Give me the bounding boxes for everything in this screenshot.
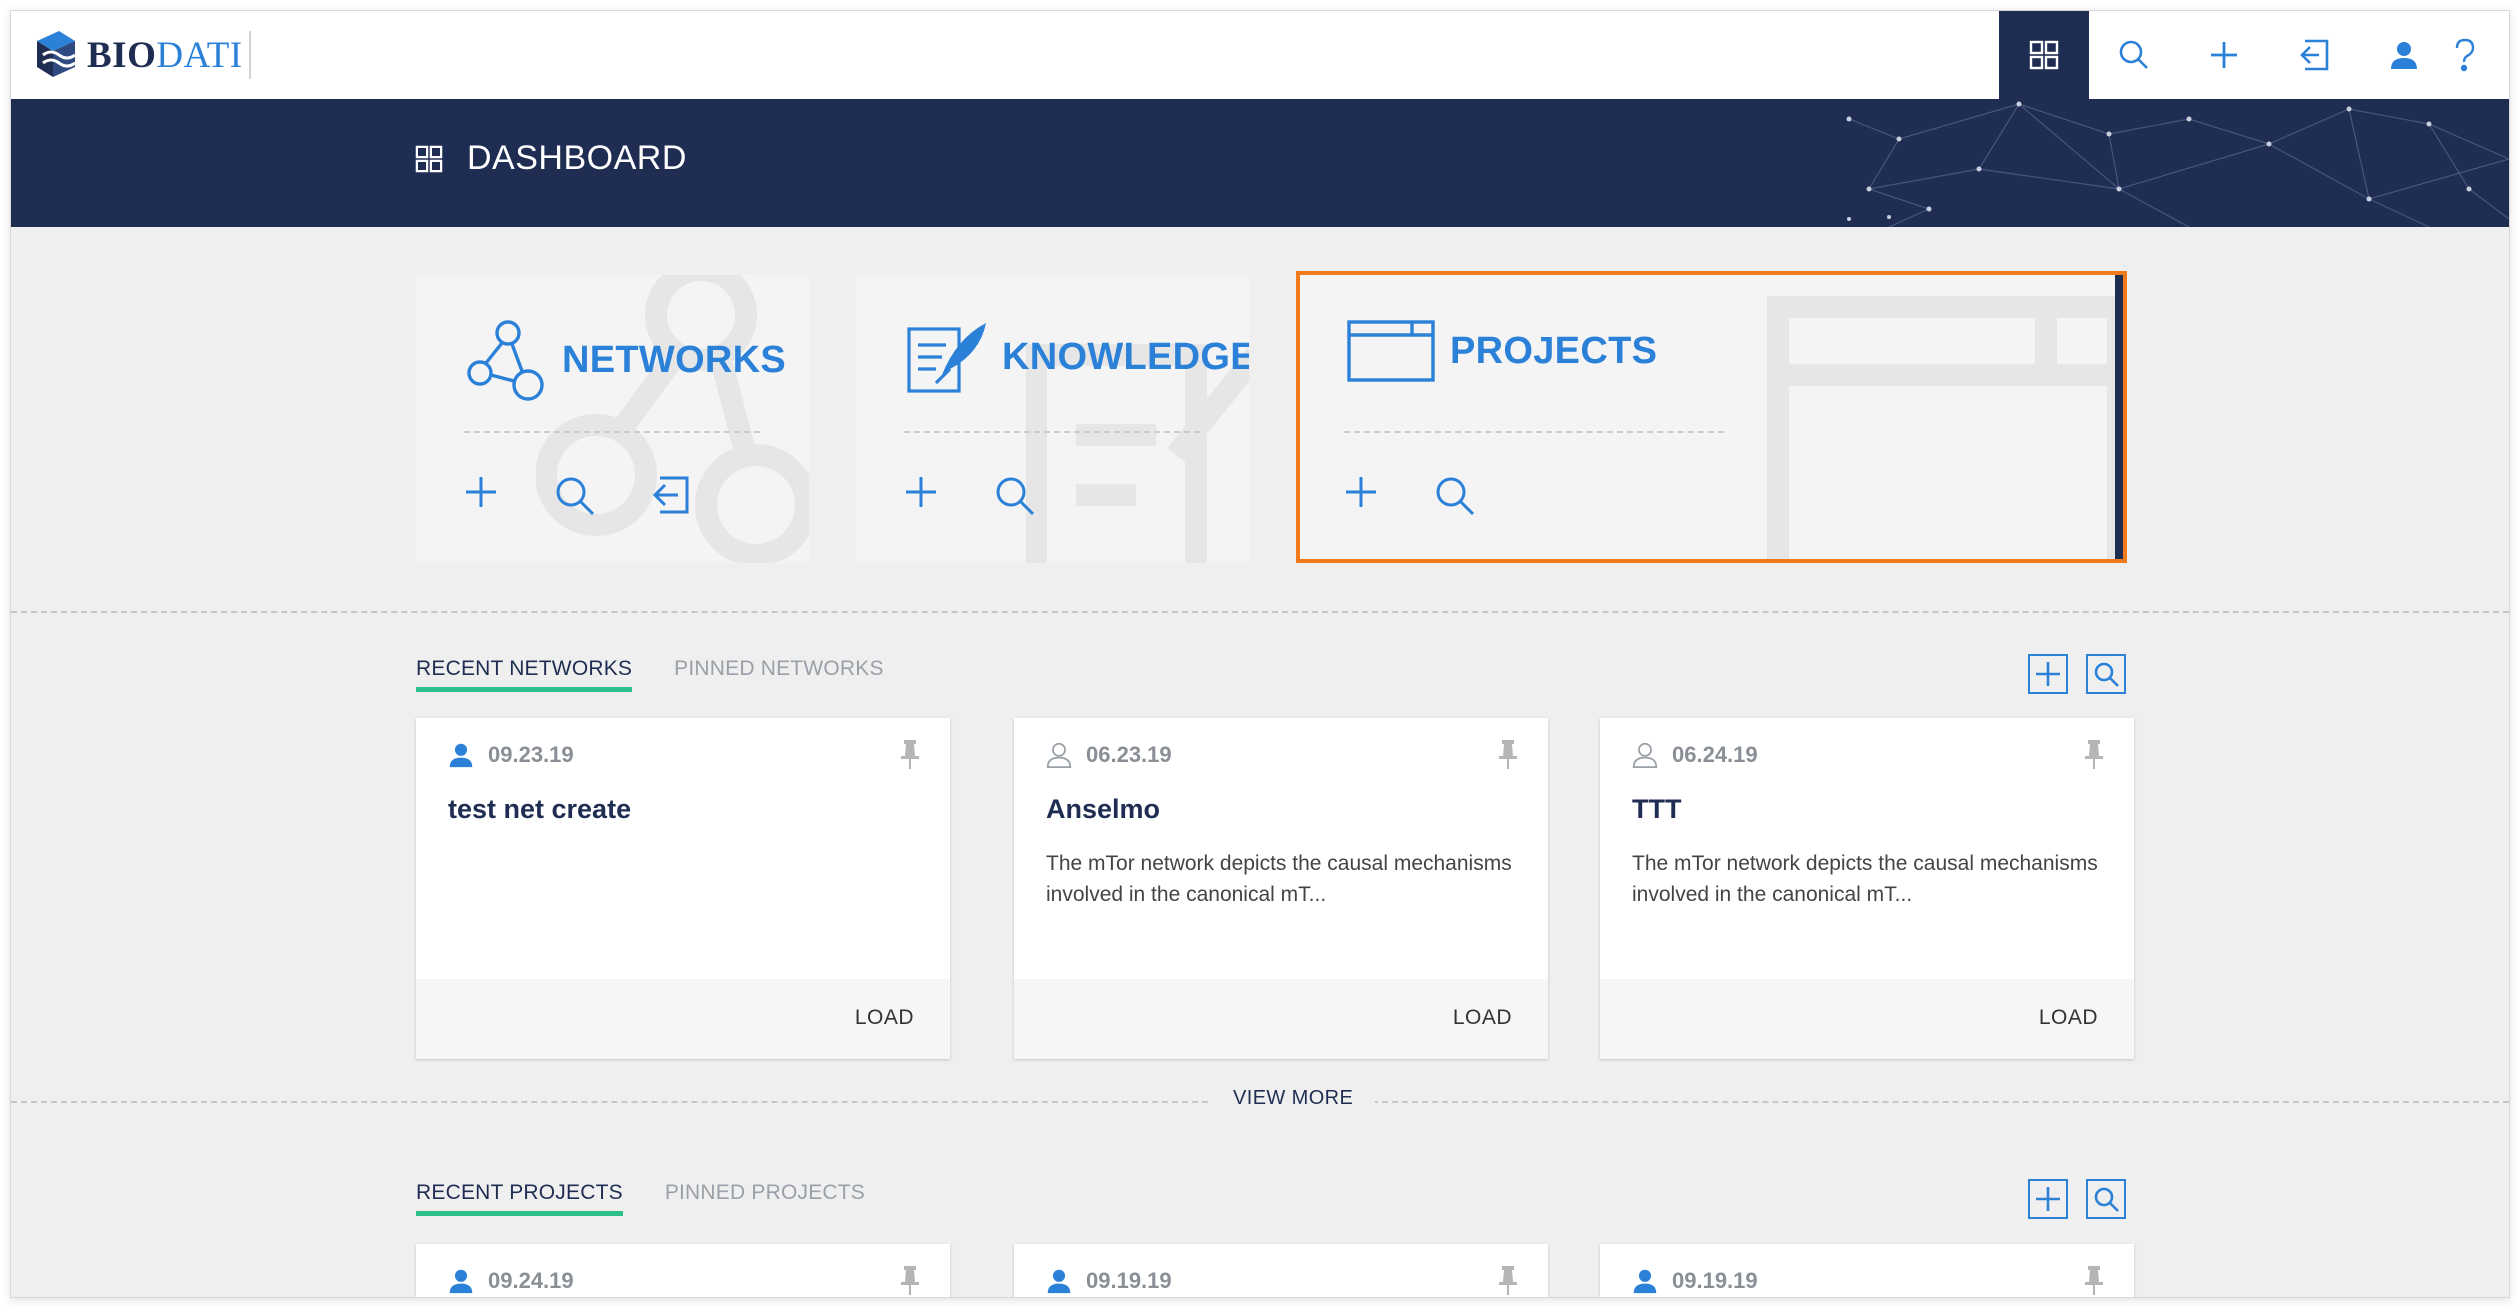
nav-help-button[interactable] [2449,11,2509,99]
import-network-button[interactable] [652,475,690,522]
nav-search-button[interactable] [2089,11,2179,99]
project-date: 09.19.19 [1672,1268,1758,1293]
view-more-link[interactable]: VIEW MORE [1211,1087,1376,1110]
plus-icon [906,477,936,507]
biodati-logo[interactable]: BIODATI [29,25,243,85]
user-filled-icon [449,1269,473,1294]
knowledge-icon [907,323,986,393]
network-card-footer: LOAD [1014,979,1548,1059]
user-filled-icon [1633,1269,1657,1294]
pin-icon[interactable] [2084,1266,2104,1296]
network-description: The mTor network depicts the causal mech… [1046,852,1512,906]
network-title: test net create [448,794,632,824]
project-date: 09.24.19 [488,1268,574,1293]
logo-mark-icon [37,31,76,77]
network-description: The mTor network depicts the causal mech… [1632,852,2098,906]
section-divider [11,611,2509,613]
search-icon [2094,1187,2119,1212]
top-bar: BIODATI [11,11,2509,99]
page-title: DASHBOARD [415,139,687,178]
network-tabs: RECENT NETWORKS PINNED NETWORKS [416,657,926,692]
nav-import-button[interactable] [2269,11,2359,99]
search-network-square-button[interactable] [2086,654,2126,694]
top-nav [1999,11,2509,99]
network-card-footer: LOAD [416,979,950,1059]
pin-icon[interactable] [900,740,920,770]
networks-title: NETWORKS [562,338,787,381]
card-divider [464,431,760,433]
user-icon [2391,42,2417,69]
add-network-button[interactable] [464,475,498,522]
network-title: Anselmo [1046,794,1161,824]
user-filled-icon [449,743,473,768]
load-button[interactable]: LOAD [855,1006,914,1030]
app-window: BIODATI DASHBOARD NETWORKS KNOWLEDGE PRO… [10,10,2510,1298]
dashboard-icon [415,145,443,172]
network-card[interactable]: 06.23.19 Anselmo The mTor network depict… [1014,718,1548,1059]
search-networks-button[interactable] [554,475,596,522]
knowledge-card[interactable]: KNOWLEDGE [856,275,1249,563]
network-date: 06.23.19 [1086,742,1172,767]
page-header-banner: DASHBOARD [11,99,2509,227]
plus-icon [466,477,496,507]
network-card-footer: LOAD [1600,979,2134,1059]
add-knowledge-button[interactable] [904,475,938,522]
pin-icon[interactable] [1498,1266,1518,1296]
add-network-square-button[interactable] [2028,654,2068,694]
card-divider [904,431,1200,433]
import-icon [652,476,689,514]
networks-icon [467,320,544,401]
search-icon [2119,40,2148,69]
plus-icon [2211,42,2237,68]
pin-icon[interactable] [2084,740,2104,770]
search-knowledge-button[interactable] [994,475,1036,522]
user-filled-icon [1047,1269,1071,1294]
network-title: TTT [1632,794,1682,824]
tab-pinned-projects[interactable]: PINNED PROJECTS [665,1181,865,1216]
project-card[interactable]: 09.19.19 [1014,1244,1548,1297]
network-card[interactable]: 06.24.19 TTT The mTor network depicts th… [1600,718,2134,1059]
help-icon [2455,38,2475,72]
network-date: 09.23.19 [488,742,574,767]
plus-icon [2036,1187,2060,1211]
tab-recent-networks[interactable]: RECENT NETWORKS [416,657,633,692]
project-tabs: RECENT PROJECTS PINNED PROJECTS [416,1181,907,1216]
networks-card[interactable]: NETWORKS [416,275,809,563]
search-icon [556,477,595,516]
search-project-square-button[interactable] [2086,1179,2126,1219]
tab-recent-projects[interactable]: RECENT PROJECTS [416,1181,623,1216]
nav-user-button[interactable] [2359,11,2449,99]
add-project-square-button[interactable] [2028,1179,2068,1219]
nav-add-button[interactable] [2179,11,2269,99]
load-button[interactable]: LOAD [2039,1006,2098,1030]
tab-pinned-networks[interactable]: PINNED NETWORKS [674,657,884,692]
pin-icon[interactable] [1498,740,1518,770]
nav-dashboard-button[interactable] [1999,11,2089,99]
network-card[interactable]: 09.23.19 test net create LOAD [416,718,950,1059]
logo-text: BIODATI [87,34,243,76]
highlight-box [1296,271,2127,563]
knowledge-title: KNOWLEDGE [1002,335,1249,378]
network-pattern-graphic [1846,101,2509,227]
project-card[interactable]: 09.24.19 [416,1244,950,1297]
user-outline-icon [1632,742,1658,768]
plus-icon [2036,662,2060,686]
user-outline-icon [1046,742,1072,768]
dashboard-icon [2029,40,2059,70]
load-button[interactable]: LOAD [1453,1006,1512,1030]
network-date: 06.24.19 [1672,742,1758,767]
search-icon [996,477,1035,516]
search-icon [2094,662,2119,687]
import-icon [2300,39,2329,71]
project-card[interactable]: 09.19.19 [1600,1244,2134,1297]
project-date: 09.19.19 [1086,1268,1172,1293]
pin-icon[interactable] [900,1266,920,1296]
logo-separator [249,31,251,79]
